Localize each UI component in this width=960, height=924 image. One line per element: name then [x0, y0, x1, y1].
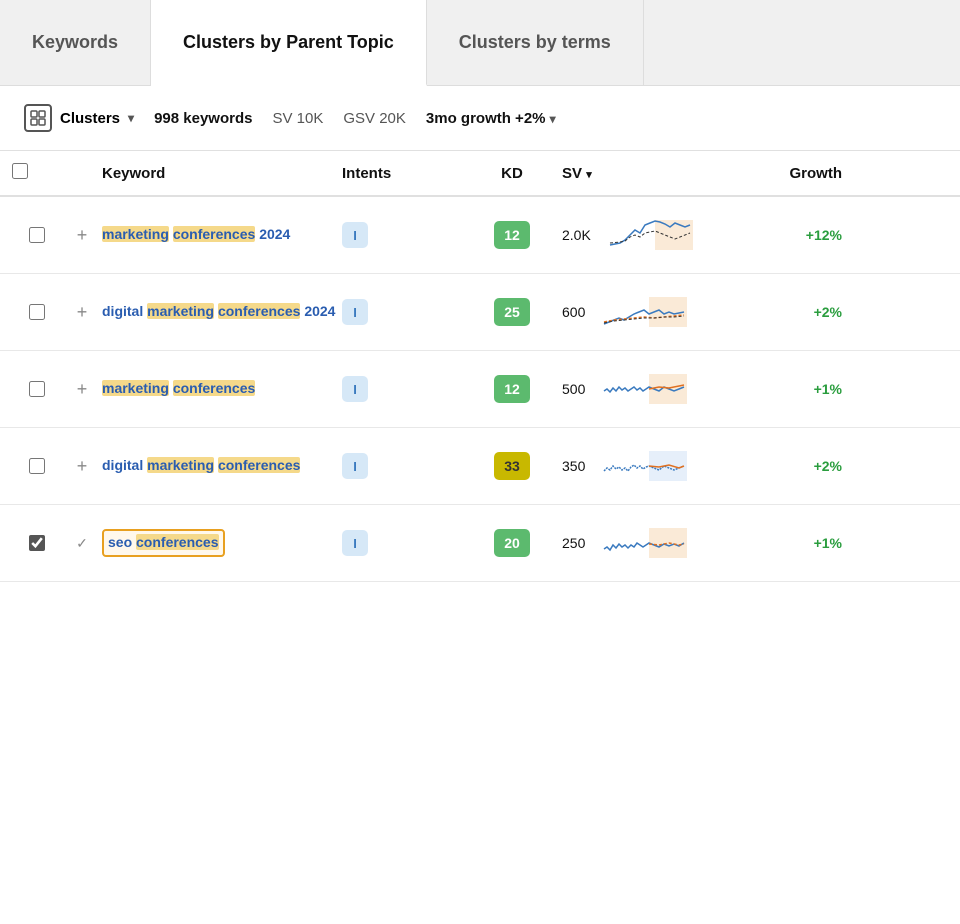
- clusters-icon: [24, 104, 52, 132]
- clusters-button[interactable]: Clusters ▾: [24, 104, 134, 132]
- row-checkbox-1[interactable]: [12, 227, 62, 243]
- sparkline-2: [599, 292, 689, 332]
- keyword-cell-4[interactable]: digital marketing conferences: [102, 456, 342, 476]
- growth-stat: 3mo growth +2% ▾: [426, 110, 556, 127]
- add-button-4[interactable]: +: [62, 456, 102, 477]
- kd-cell-4: 33: [462, 452, 562, 480]
- col-header-sv[interactable]: SV ▾: [562, 165, 722, 182]
- sparkline-5: [599, 523, 689, 563]
- toolbar: Clusters ▾ 998 keywords SV 10K GSV 20K 3…: [0, 86, 960, 151]
- kd-cell-5: 20: [462, 529, 562, 557]
- keyword-cell-1[interactable]: marketing conferences 2024: [102, 225, 342, 245]
- growth-cell-5: +1%: [722, 535, 842, 551]
- add-button-2[interactable]: +: [62, 302, 102, 323]
- intent-cell-1: I: [342, 222, 462, 248]
- growth-cell-2: +2%: [722, 304, 842, 320]
- sv-cell-4: 350: [562, 446, 722, 486]
- header-checkbox[interactable]: [12, 163, 62, 183]
- table: Keyword Intents KD SV ▾ Growth + marketi…: [0, 151, 960, 582]
- checkmark-5: ✓: [62, 535, 102, 552]
- growth-cell-4: +2%: [722, 458, 842, 474]
- sv-cell-5: 250: [562, 523, 722, 563]
- growth-cell-3: +1%: [722, 381, 842, 397]
- intent-cell-3: I: [342, 376, 462, 402]
- gsv-stat: GSV 20K: [343, 110, 406, 127]
- table-row: + digital marketing conferences I 33 350…: [0, 428, 960, 505]
- sv-cell-1: 2.0K: [562, 215, 722, 255]
- growth-cell-1: +12%: [722, 227, 842, 243]
- tab-bar: Keywords Clusters by Parent Topic Cluste…: [0, 0, 960, 86]
- table-header: Keyword Intents KD SV ▾ Growth: [0, 151, 960, 197]
- kd-cell-3: 12: [462, 375, 562, 403]
- keyword-cell-5[interactable]: seo conferences: [102, 529, 342, 557]
- table-row: + marketing conferences I 12 500 +1%: [0, 351, 960, 428]
- kd-cell-1: 12: [462, 221, 562, 249]
- sparkline-1: [605, 215, 695, 255]
- select-all-checkbox[interactable]: [12, 163, 28, 179]
- intent-cell-4: I: [342, 453, 462, 479]
- col-header-kd: KD: [462, 165, 562, 182]
- keywords-count: 998 keywords: [154, 110, 252, 127]
- clusters-dropdown-arrow[interactable]: ▾: [128, 111, 134, 125]
- row-checkbox-5[interactable]: [12, 535, 62, 551]
- tab-clusters-parent[interactable]: Clusters by Parent Topic: [151, 0, 427, 86]
- sv-cell-2: 600: [562, 292, 722, 332]
- col-header-growth: Growth: [722, 165, 842, 182]
- sv-stat: SV 10K: [272, 110, 323, 127]
- col-header-intents: Intents: [342, 165, 462, 182]
- tab-keywords[interactable]: Keywords: [0, 0, 151, 85]
- table-row: + digital marketing conferences 2024 I 2…: [0, 274, 960, 351]
- sparkline-4: [599, 446, 689, 486]
- sv-cell-3: 500: [562, 369, 722, 409]
- sparkline-3: [599, 369, 689, 409]
- row-checkbox-2[interactable]: [12, 304, 62, 320]
- table-row: ✓ seo conferences I 20 250 +1%: [0, 505, 960, 582]
- kd-cell-2: 25: [462, 298, 562, 326]
- row-checkbox-4[interactable]: [12, 458, 62, 474]
- add-button-3[interactable]: +: [62, 379, 102, 400]
- keyword-cell-3[interactable]: marketing conferences: [102, 379, 342, 399]
- clusters-label: Clusters: [60, 110, 120, 127]
- tab-clusters-terms[interactable]: Clusters by terms: [427, 0, 644, 85]
- sv-sort-icon: ▾: [586, 169, 592, 181]
- intent-cell-2: I: [342, 299, 462, 325]
- add-button-1[interactable]: +: [62, 225, 102, 246]
- row-checkbox-3[interactable]: [12, 381, 62, 397]
- keyword-cell-2[interactable]: digital marketing conferences 2024: [102, 302, 342, 322]
- intent-cell-5: I: [342, 530, 462, 556]
- growth-dropdown-arrow[interactable]: ▾: [550, 112, 556, 126]
- col-header-keyword: Keyword: [102, 165, 342, 182]
- table-row: + marketing conferences 2024 I 12 2.0K +…: [0, 197, 960, 274]
